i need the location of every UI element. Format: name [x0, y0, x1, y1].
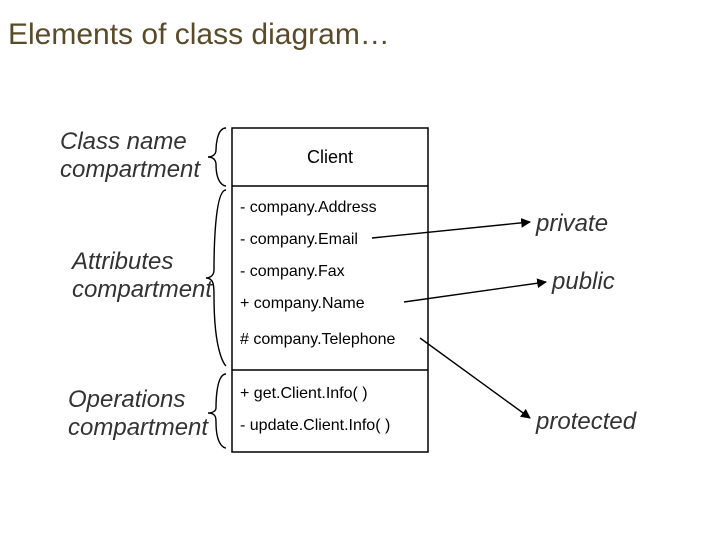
- brace-operations: [208, 374, 226, 448]
- brace-attributes: [206, 190, 226, 366]
- op-0: + get.Client.Info( ): [240, 385, 368, 402]
- attr-2: - company.Fax: [240, 263, 345, 280]
- attr-4: # company.Telephone: [240, 331, 395, 348]
- attr-3: + company.Name: [240, 295, 365, 312]
- arrow-protected: [420, 338, 530, 418]
- attr-0: - company.Address: [240, 199, 377, 216]
- attr-1: - company.Email: [240, 231, 358, 248]
- class-name: Client: [307, 147, 353, 167]
- class-diagram-svg: Client - company.Address - company.Email…: [0, 0, 720, 540]
- op-1: - update.Client.Info( ): [240, 417, 390, 434]
- class-box: [232, 128, 428, 452]
- brace-class-name: [208, 128, 226, 186]
